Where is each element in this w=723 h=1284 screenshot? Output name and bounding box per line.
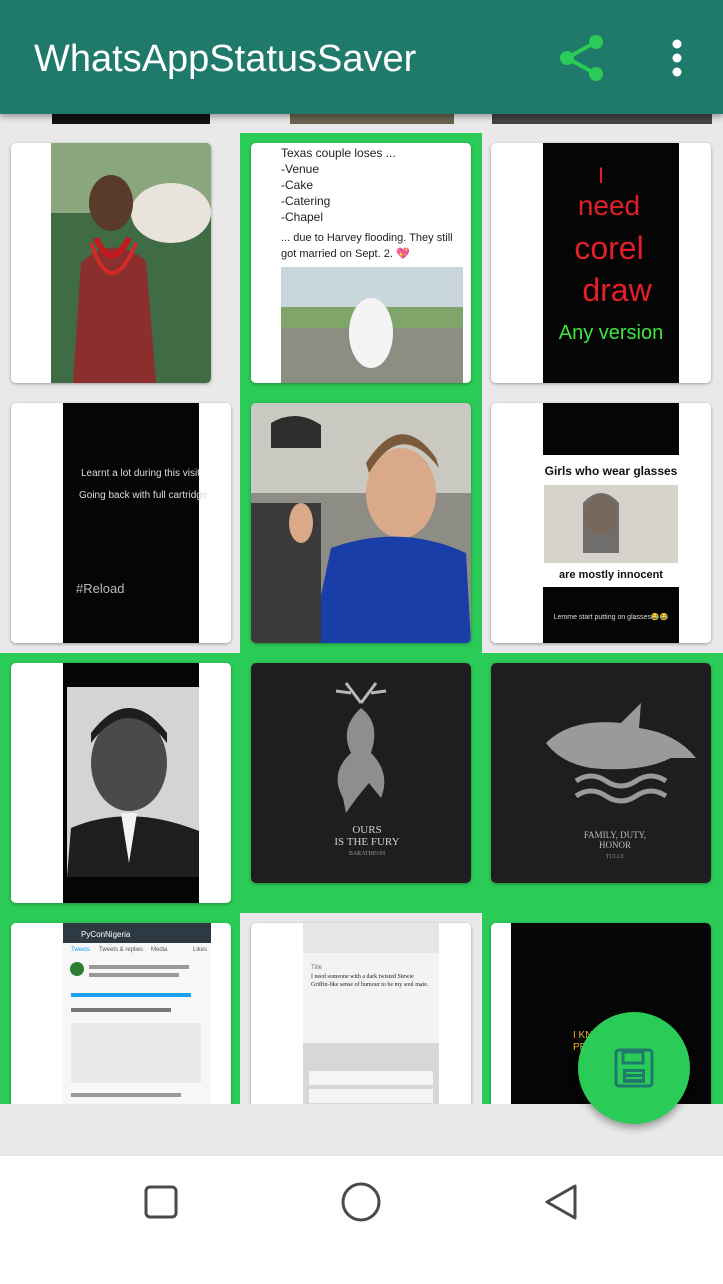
status-thumbnail[interactable]: FAMILY, DUTY, HONOR TULLY	[491, 663, 711, 883]
save-icon	[614, 1048, 654, 1088]
status-thumbnail[interactable]: I need corel draw Any version	[491, 143, 711, 383]
sigil-image: OURS IS THE FURY BARATHEON	[251, 663, 471, 883]
note-text: I need someone with a dark twisted Stewi…	[311, 974, 429, 988]
meme-image: Girls who wear glasses are mostly innoce…	[491, 403, 711, 643]
svg-text:corel: corel	[574, 230, 643, 266]
status-thumbnail[interactable]: Girls who wear glasses are mostly innoce…	[491, 403, 711, 643]
svg-text:TULLY: TULLY	[605, 854, 625, 860]
status-thumb-peek	[492, 114, 712, 124]
svg-text:PyConNigeria: PyConNigeria	[81, 930, 131, 939]
note-screenshot-image: Title I need someone with a dark twisted…	[251, 923, 471, 1104]
share-icon[interactable]	[556, 32, 608, 84]
svg-text:need: need	[578, 190, 640, 221]
screen: WhatsAppStatusSaver Texas couple loses .…	[0, 0, 723, 1284]
status-grid: Texas couple loses ... -Venue -Cake -Cat…	[0, 114, 723, 1104]
svg-text:Tweets: Tweets	[71, 947, 90, 953]
portrait-image	[11, 663, 231, 903]
status-thumbnail[interactable]	[11, 663, 231, 903]
svg-text:BARATHEON: BARATHEON	[349, 851, 386, 857]
status-thumbnail[interactable]	[11, 143, 211, 383]
tweet-screenshot-image: PyConNigeria Tweets Tweets & replies Med…	[11, 923, 231, 1104]
status-thumb-peek	[290, 114, 454, 124]
svg-text:IS THE FURY: IS THE FURY	[334, 836, 399, 848]
svg-text:got married on Sept. 2. 💖: got married on Sept. 2. 💖	[281, 247, 410, 260]
svg-text:#Reload: #Reload	[76, 581, 124, 596]
svg-text:Any version: Any version	[559, 322, 664, 344]
triangle-back-icon[interactable]	[531, 1172, 591, 1232]
svg-text:Going back with full cartridge: Going back with full cartridge	[79, 490, 208, 501]
status-thumb-peek	[52, 114, 210, 124]
selfie-image	[251, 403, 471, 643]
status-thumbnail[interactable]	[251, 403, 471, 643]
svg-text:FAMILY, DUTY,: FAMILY, DUTY,	[584, 830, 646, 840]
status-thumbnail[interactable]: Title I need someone with a dark twisted…	[251, 923, 471, 1104]
status-thumbnail[interactable]: PyConNigeria Tweets Tweets & replies Med…	[11, 923, 231, 1104]
text-status-image: I need corel draw Any version	[491, 143, 711, 383]
svg-text:Girls who wear glasses: Girls who wear glasses	[545, 464, 678, 478]
app-title: WhatsAppStatusSaver	[34, 38, 417, 80]
svg-text:HONOR: HONOR	[599, 840, 631, 850]
svg-text:-Venue: -Venue	[281, 162, 319, 176]
news-image: Texas couple loses ... -Venue -Cake -Cat…	[251, 143, 471, 383]
svg-text:Likes: Likes	[193, 947, 207, 953]
portrait-image	[11, 143, 211, 383]
more-vert-icon[interactable]	[660, 38, 694, 78]
status-thumbnail[interactable]: Texas couple loses ... -Venue -Cake -Cat…	[251, 143, 471, 383]
circle-icon[interactable]	[331, 1172, 391, 1232]
svg-text:Texas couple loses ...: Texas couple loses ...	[281, 146, 396, 160]
svg-text:Learnt a lot during this visit: Learnt a lot during this visit.	[81, 468, 203, 479]
save-button[interactable]	[578, 1012, 690, 1124]
sigil-image: FAMILY, DUTY, HONOR TULLY	[491, 663, 711, 883]
svg-text:are mostly innocent: are mostly innocent	[559, 569, 663, 581]
svg-text:-Chapel: -Chapel	[281, 210, 323, 224]
system-navigation-bar	[0, 1156, 723, 1284]
svg-text:Title: Title	[311, 965, 323, 971]
svg-text:... due to Harvey flooding. Th: ... due to Harvey flooding. They still	[281, 232, 453, 244]
app-bar: WhatsAppStatusSaver	[0, 0, 723, 114]
text-status-image: Learnt a lot during this visit. Going ba…	[11, 403, 231, 643]
svg-text:I: I	[598, 163, 604, 188]
svg-text:-Cake: -Cake	[281, 178, 313, 192]
svg-text:-Catering: -Catering	[281, 194, 330, 208]
status-thumbnail[interactable]: OURS IS THE FURY BARATHEON	[251, 663, 471, 883]
svg-text:draw: draw	[582, 272, 652, 308]
svg-text:Lemme start putting on glasses: Lemme start putting on glasses😂😂	[554, 612, 669, 621]
square-icon[interactable]	[131, 1172, 191, 1232]
status-thumbnail[interactable]: Learnt a lot during this visit. Going ba…	[11, 403, 231, 643]
svg-text:Tweets & replies: Tweets & replies	[99, 947, 143, 953]
svg-text:Media: Media	[151, 947, 168, 953]
svg-text:OURS: OURS	[352, 824, 381, 836]
